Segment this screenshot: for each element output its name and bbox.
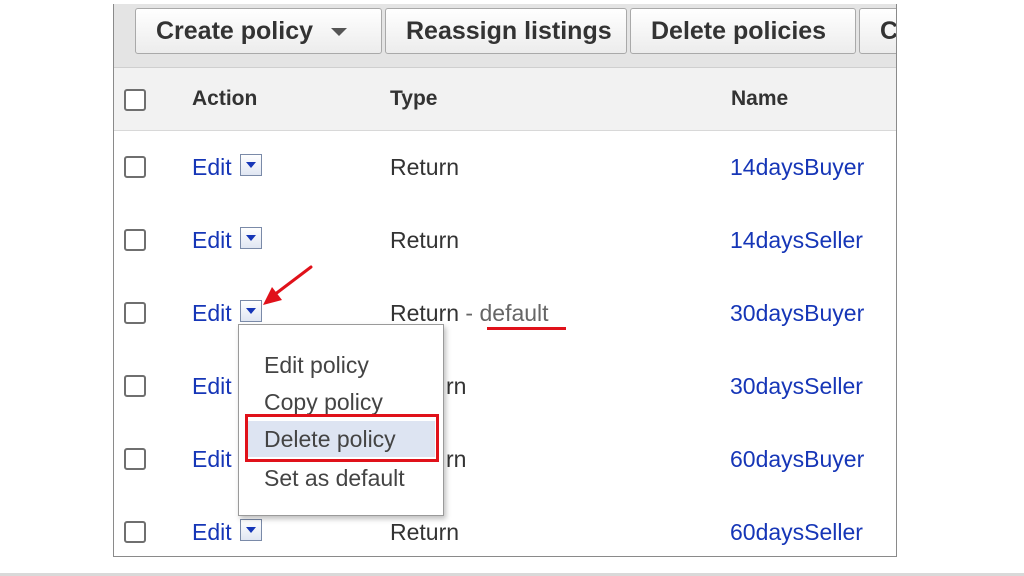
row-checkbox[interactable] [124,302,146,324]
truncated-toolbar-label: C [880,17,897,45]
policy-name-link[interactable]: 60daysBuyer [730,423,864,496]
table-header: Action Type Name [114,68,896,131]
policy-name-link[interactable]: 14daysBuyer [730,131,864,204]
table-row: Edit rn 60daysBuyer [114,423,896,497]
table-row: Edit Return 60daysSeller [114,496,896,556]
select-all-checkbox[interactable] [124,89,146,111]
default-label: default [479,300,549,326]
delete-policies-label: Delete policies [651,17,827,45]
header-name: Name [731,87,789,110]
edit-link[interactable]: Edit [192,131,232,204]
table-row: Edit Return - default 30daysBuyer [114,277,896,351]
delete-policies-button[interactable]: Delete policies [630,8,856,54]
policy-type: rn [446,446,467,472]
row-checkbox[interactable] [124,521,146,543]
header-action: Action [192,87,258,110]
row-actions-dropdown-button[interactable] [240,154,262,176]
edit-link[interactable]: Edit [192,350,232,423]
edit-link[interactable]: Edit [192,496,232,556]
row-actions-dropdown-button[interactable] [240,300,262,322]
policy-name-link[interactable]: 30daysBuyer [730,277,864,350]
header-type: Type [390,87,438,110]
menu-item-edit-policy[interactable]: Edit policy [247,347,435,383]
policies-panel: Create policy Reassign listings Delete p… [113,4,897,557]
policy-name-link[interactable]: 14daysSeller [730,204,863,277]
edit-link[interactable]: Edit [192,277,232,350]
edit-link[interactable]: Edit [192,204,232,277]
truncated-toolbar-button[interactable]: C [859,8,897,54]
create-policy-button[interactable]: Create policy [135,8,382,54]
table-row: Edit Return 14daysBuyer [114,131,896,205]
delete-policy-highlight-box [245,414,439,462]
policy-type: Return [390,154,460,180]
menu-item-set-as-default[interactable]: Set as default [247,460,435,496]
policy-type: rn [446,373,467,399]
policy-name-link[interactable]: 60daysSeller [730,496,863,556]
chevron-down-icon [331,28,348,37]
row-checkbox[interactable] [124,375,146,397]
row-checkbox[interactable] [124,156,146,178]
policy-type: Return [390,300,460,326]
reassign-listings-label: Reassign listings [406,17,612,45]
reassign-listings-button[interactable]: Reassign listings [385,8,627,54]
row-actions-dropdown-button[interactable] [240,227,262,249]
row-actions-dropdown-button[interactable] [240,519,262,541]
create-policy-label: Create policy [156,17,314,45]
edit-link[interactable]: Edit [192,423,232,496]
row-checkbox[interactable] [124,448,146,470]
row-checkbox[interactable] [124,229,146,251]
type-separator: - [459,300,480,326]
table-row: Edit rn 30daysSeller [114,350,896,424]
toolbar: Create policy Reassign listings Delete p… [114,4,896,68]
policy-type: Return [390,227,460,253]
default-underline-annotation [487,327,566,330]
table-row: Edit Return 14daysSeller [114,204,896,278]
policy-name-link[interactable]: 30daysSeller [730,350,863,423]
